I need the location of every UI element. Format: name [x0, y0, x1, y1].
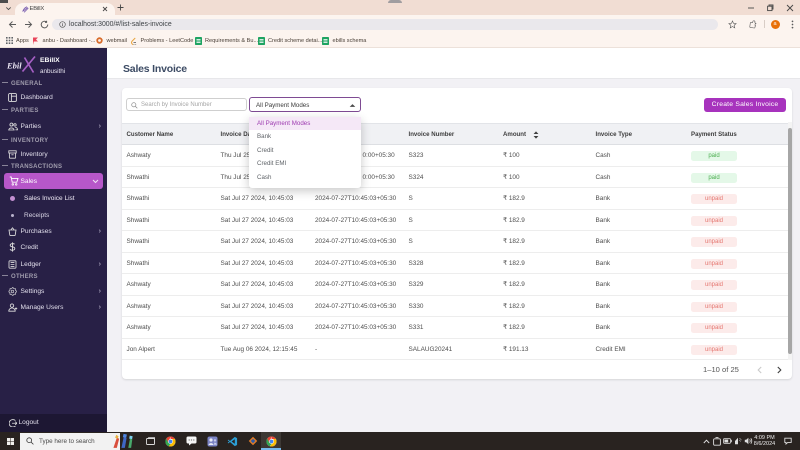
- svg-text:Ebil: Ebil: [6, 61, 22, 71]
